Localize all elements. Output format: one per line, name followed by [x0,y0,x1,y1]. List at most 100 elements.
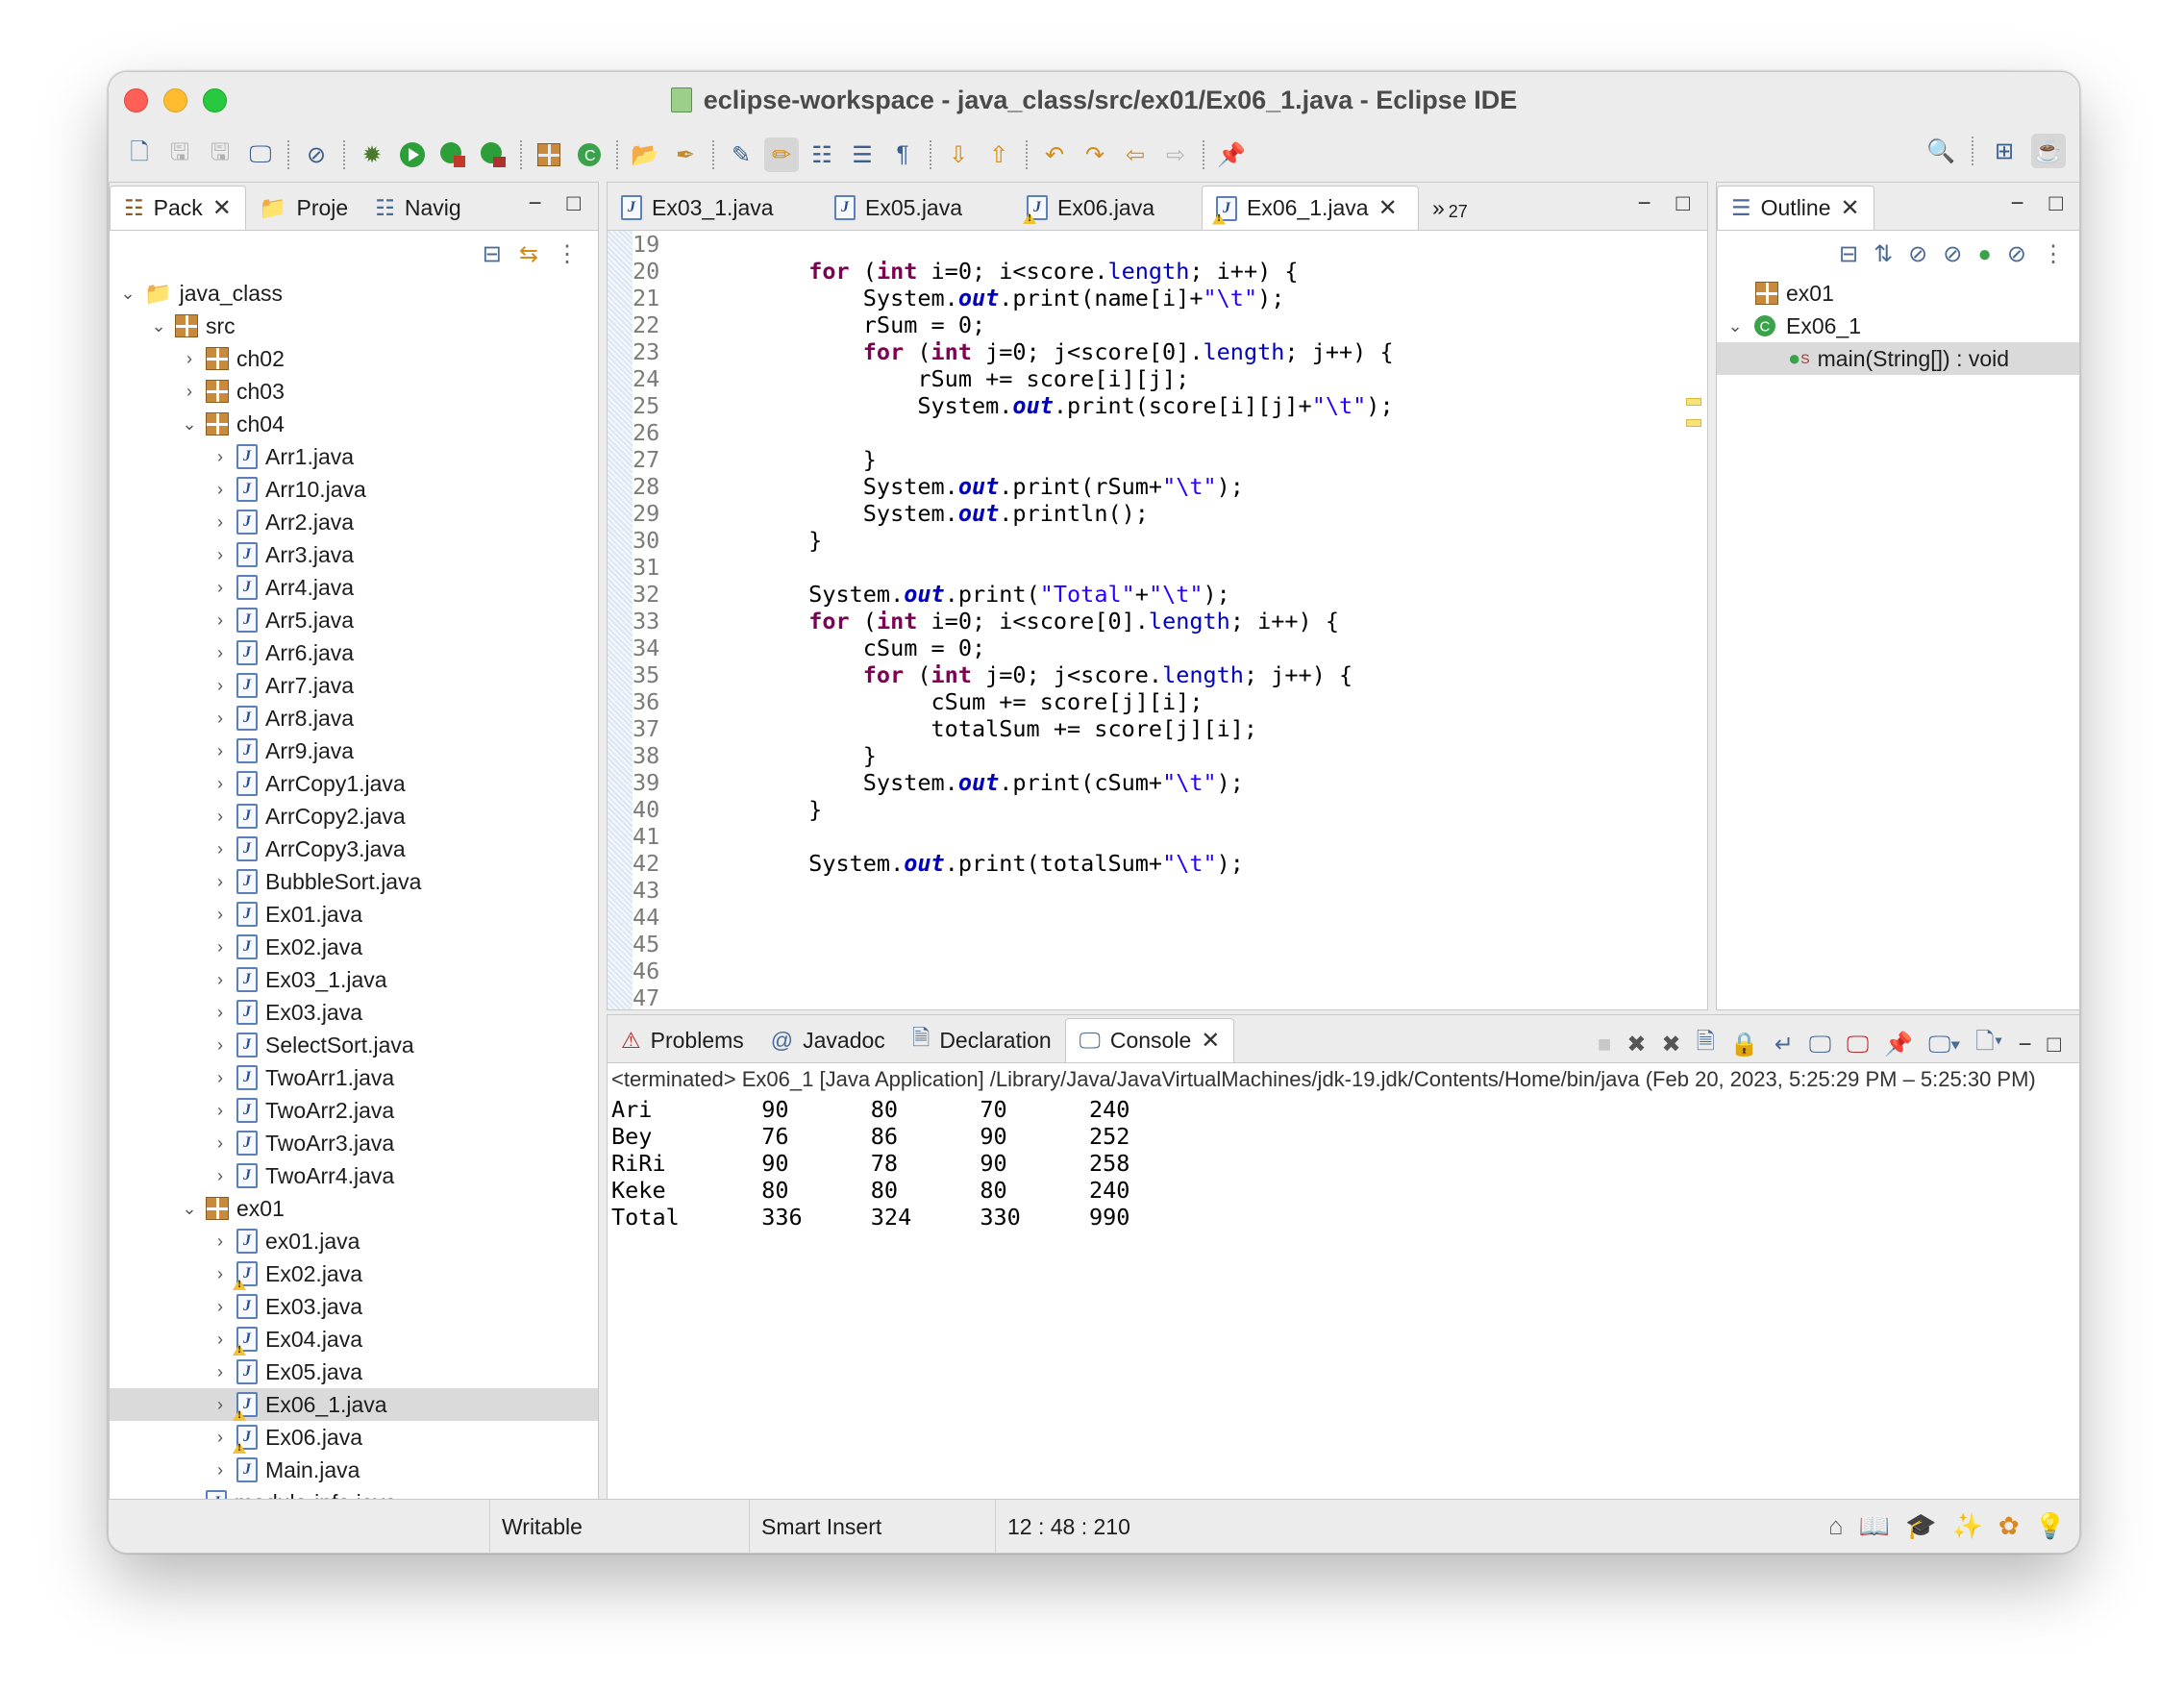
new-java-class-icon[interactable]: C [572,137,607,172]
tab-ex06-1[interactable]: J Ex06_1.java ✕ [1202,186,1419,230]
clear-console-icon[interactable]: 🗎 [1697,1025,1715,1064]
chevron-right-icon[interactable]: › [179,382,200,402]
forward-icon[interactable]: ⇨ [1158,137,1193,172]
tab-navigator[interactable]: ☷ Navig [361,186,474,230]
tree-item[interactable]: › J ArrCopy1.java [110,767,598,800]
chevron-down-icon[interactable]: ⌄ [117,284,138,304]
highlight-icon[interactable]: ✏ [764,137,799,172]
next-annotation-icon[interactable]: ⇩ [941,137,976,172]
tree-item[interactable]: › J Arr5.java [110,604,598,636]
java-perspective-icon[interactable]: ☕ [2031,134,2066,168]
terminate-icon[interactable]: ■ [1598,1032,1612,1058]
chevron-right-icon[interactable]: › [210,610,231,631]
chevron-right-icon[interactable]: › [210,1003,231,1023]
chevron-right-icon[interactable]: › [210,905,231,925]
new-wizard-icon[interactable]: 🗋 [122,137,157,172]
link-with-editor-icon[interactable]: ⇆ [519,240,538,268]
tree-item[interactable]: ›J Ex06.java [110,1421,598,1454]
coverage-icon[interactable] [435,137,470,172]
occurrence-marker[interactable] [1686,398,1701,406]
tab-console[interactable]: 🖵 Console ✕ [1064,1018,1235,1062]
debug-icon[interactable]: ✹ [355,137,389,172]
tree-item[interactable]: › J Main.java [110,1454,598,1486]
display-selected-console-icon[interactable]: 🖵▾ [1928,1032,1960,1058]
tree-item[interactable]: › ch03 [110,375,598,408]
chevron-right-icon[interactable]: › [210,1264,231,1284]
tree-item[interactable]: ⌄ src [110,310,598,342]
tree-item[interactable]: › J Arr3.java [110,538,598,571]
scroll-lock-icon[interactable]: 🔒 [1730,1031,1759,1058]
tree-item[interactable]: ⌄ ch04 [110,408,598,440]
chevron-right-icon[interactable]: › [210,447,231,467]
chevron-right-icon[interactable]: › [210,578,231,598]
hide-static-icon[interactable]: ⊘ [1943,240,1962,268]
tab-ex05[interactable]: J Ex05.java [821,186,1013,230]
collapse-all-icon[interactable]: ⊟ [483,240,502,268]
tree-item[interactable]: ⌄ ex01 [110,1192,598,1225]
tree-item[interactable]: ›J Ex02.java [110,931,598,963]
tutorial-icon[interactable]: 🎓 [1905,1511,1936,1541]
tree-item[interactable]: › J Ex03.java [110,996,598,1029]
chevron-right-icon[interactable]: › [210,1297,231,1317]
show-whitespace-icon[interactable]: ¶ [885,137,920,172]
tree-item[interactable]: › J Arr2.java [110,506,598,538]
sort-icon[interactable]: ⇅ [1874,240,1893,268]
chevron-right-icon[interactable]: › [210,512,231,533]
outline-item-class[interactable]: ⌄ C Ex06_1 [1717,310,2079,342]
maximize-icon[interactable]: □ [2048,1032,2062,1058]
open-type-icon[interactable]: 📂 [628,137,662,172]
tree-item[interactable]: › J SelectSort.java [110,1029,598,1061]
maximize-icon[interactable]: □ [2049,190,2064,217]
zoom-window-button[interactable] [203,88,227,112]
code-editor[interactable]: 19 20 21 22 23 24 25 26 27 28 29 30 31 32 33 34 35 36 37 38… [608,231,1707,1009]
heap-status-icon[interactable]: ⌂ [1828,1511,1844,1541]
tree-item[interactable]: ›J Ex04.java [110,1323,598,1356]
tree-item[interactable]: › J Arr1.java [110,440,598,473]
previous-annotation-icon[interactable]: ⇧ [981,137,1016,172]
chevron-right-icon[interactable]: › [210,1428,231,1448]
open-console-icon[interactable]: 🗋▾ [1975,1025,2002,1064]
chevron-right-icon[interactable]: › [210,937,231,958]
tree-item[interactable]: › J Arr10.java [110,473,598,506]
tree-item[interactable]: › J ArrCopy3.java [110,833,598,865]
chevron-right-icon[interactable]: › [210,774,231,794]
chevron-right-icon[interactable]: › [210,1035,231,1056]
new-java-package-icon[interactable] [532,137,566,172]
tree-item[interactable]: › J ArrCopy2.java [110,800,598,833]
tree-item[interactable]: › J BubbleSort.java [110,865,598,898]
maximize-icon[interactable]: □ [1676,190,1691,217]
tree-item[interactable]: › J TwoArr4.java [110,1159,598,1192]
tab-ex03-1[interactable]: J Ex03_1.java [608,186,821,230]
tree-item[interactable]: › J Arr7.java [110,669,598,702]
tree-item[interactable]: › Jex01.java [110,1225,598,1257]
minimize-window-button[interactable] [163,88,187,112]
terminal-icon[interactable]: 🖵 [243,137,278,172]
chevron-right-icon[interactable]: › [179,349,200,369]
close-icon[interactable]: ✕ [1201,1027,1220,1055]
hide-local-types-icon[interactable]: ⊘ [2007,240,2026,268]
tree-item[interactable]: › J Arr8.java [110,702,598,734]
tab-ex06[interactable]: J Ex06.java [1013,186,1202,230]
tree-item[interactable]: › J Arr4.java [110,571,598,604]
run-icon[interactable] [395,137,430,172]
word-wrap-icon[interactable]: ↵ [1774,1031,1794,1058]
tree-item[interactable]: › J TwoArr2.java [110,1094,598,1127]
external-tools-icon[interactable] [476,137,510,172]
tree-item[interactable]: › J Ex03.java [110,1290,598,1323]
save-all-icon[interactable]: 🖫 [203,137,237,172]
tab-outline[interactable]: ☰ Outline ✕ [1717,186,1874,230]
minimize-icon[interactable]: − [2018,1032,2031,1058]
chevron-down-icon[interactable]: ⌄ [179,1199,200,1219]
pin-console-icon[interactable]: 📌 [1884,1031,1913,1058]
next-edit-location-icon[interactable]: ↷ [1078,137,1112,172]
source-code[interactable]: for (int i=0; i<score.length; i++) { Sys… [700,231,1678,1009]
tab-javadoc[interactable]: @ Javadoc [757,1018,899,1062]
outline-item-method[interactable]: ● S main(String[]) : void [1717,342,2079,375]
toggle-mark-occurrences-icon[interactable]: ✎ [724,137,758,172]
hide-non-public-icon[interactable]: ● [1977,241,1992,268]
chevron-right-icon[interactable]: › [210,807,231,827]
collapse-all-icon[interactable]: ⊟ [1839,240,1858,268]
tab-problems[interactable]: ⚠ Problems [608,1018,757,1062]
chevron-right-icon[interactable]: › [210,1460,231,1480]
tree-item[interactable]: ›J Ex02.java [110,1257,598,1290]
